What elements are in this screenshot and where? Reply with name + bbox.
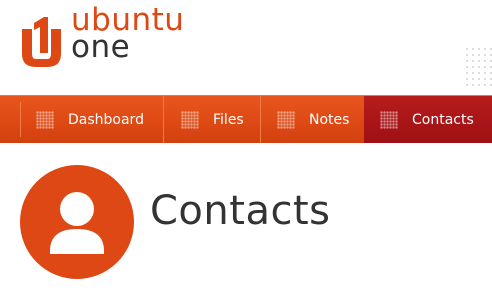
page-title: Contacts <box>150 188 331 234</box>
user-avatar-icon <box>20 165 134 279</box>
contacts-icon <box>380 110 398 129</box>
notes-icon <box>277 110 295 129</box>
main-nav: Dashboard Files Notes Contacts <box>0 95 492 143</box>
nav-item-contacts[interactable]: Contacts <box>364 96 492 143</box>
person-silhouette-icon <box>50 192 104 254</box>
files-icon <box>181 110 199 129</box>
nav-item-label: Contacts <box>412 111 474 128</box>
nav-item-dashboard[interactable]: Dashboard <box>0 96 163 143</box>
ubuntu-one-logo-icon[interactable] <box>20 17 63 69</box>
nav-item-files[interactable]: Files <box>163 96 260 143</box>
header: ubuntu one <box>0 0 492 95</box>
brand-wordmark[interactable]: ubuntu one <box>71 5 184 63</box>
page: ubuntu one Dashboard Files Notes Contact… <box>0 0 492 302</box>
decorative-dots <box>464 46 492 86</box>
nav-item-label: Files <box>213 111 244 128</box>
nav-item-label: Notes <box>309 111 350 128</box>
nav-item-notes[interactable]: Notes <box>260 96 364 143</box>
nav-item-label: Dashboard <box>68 111 144 128</box>
dashboard-icon <box>36 110 54 129</box>
